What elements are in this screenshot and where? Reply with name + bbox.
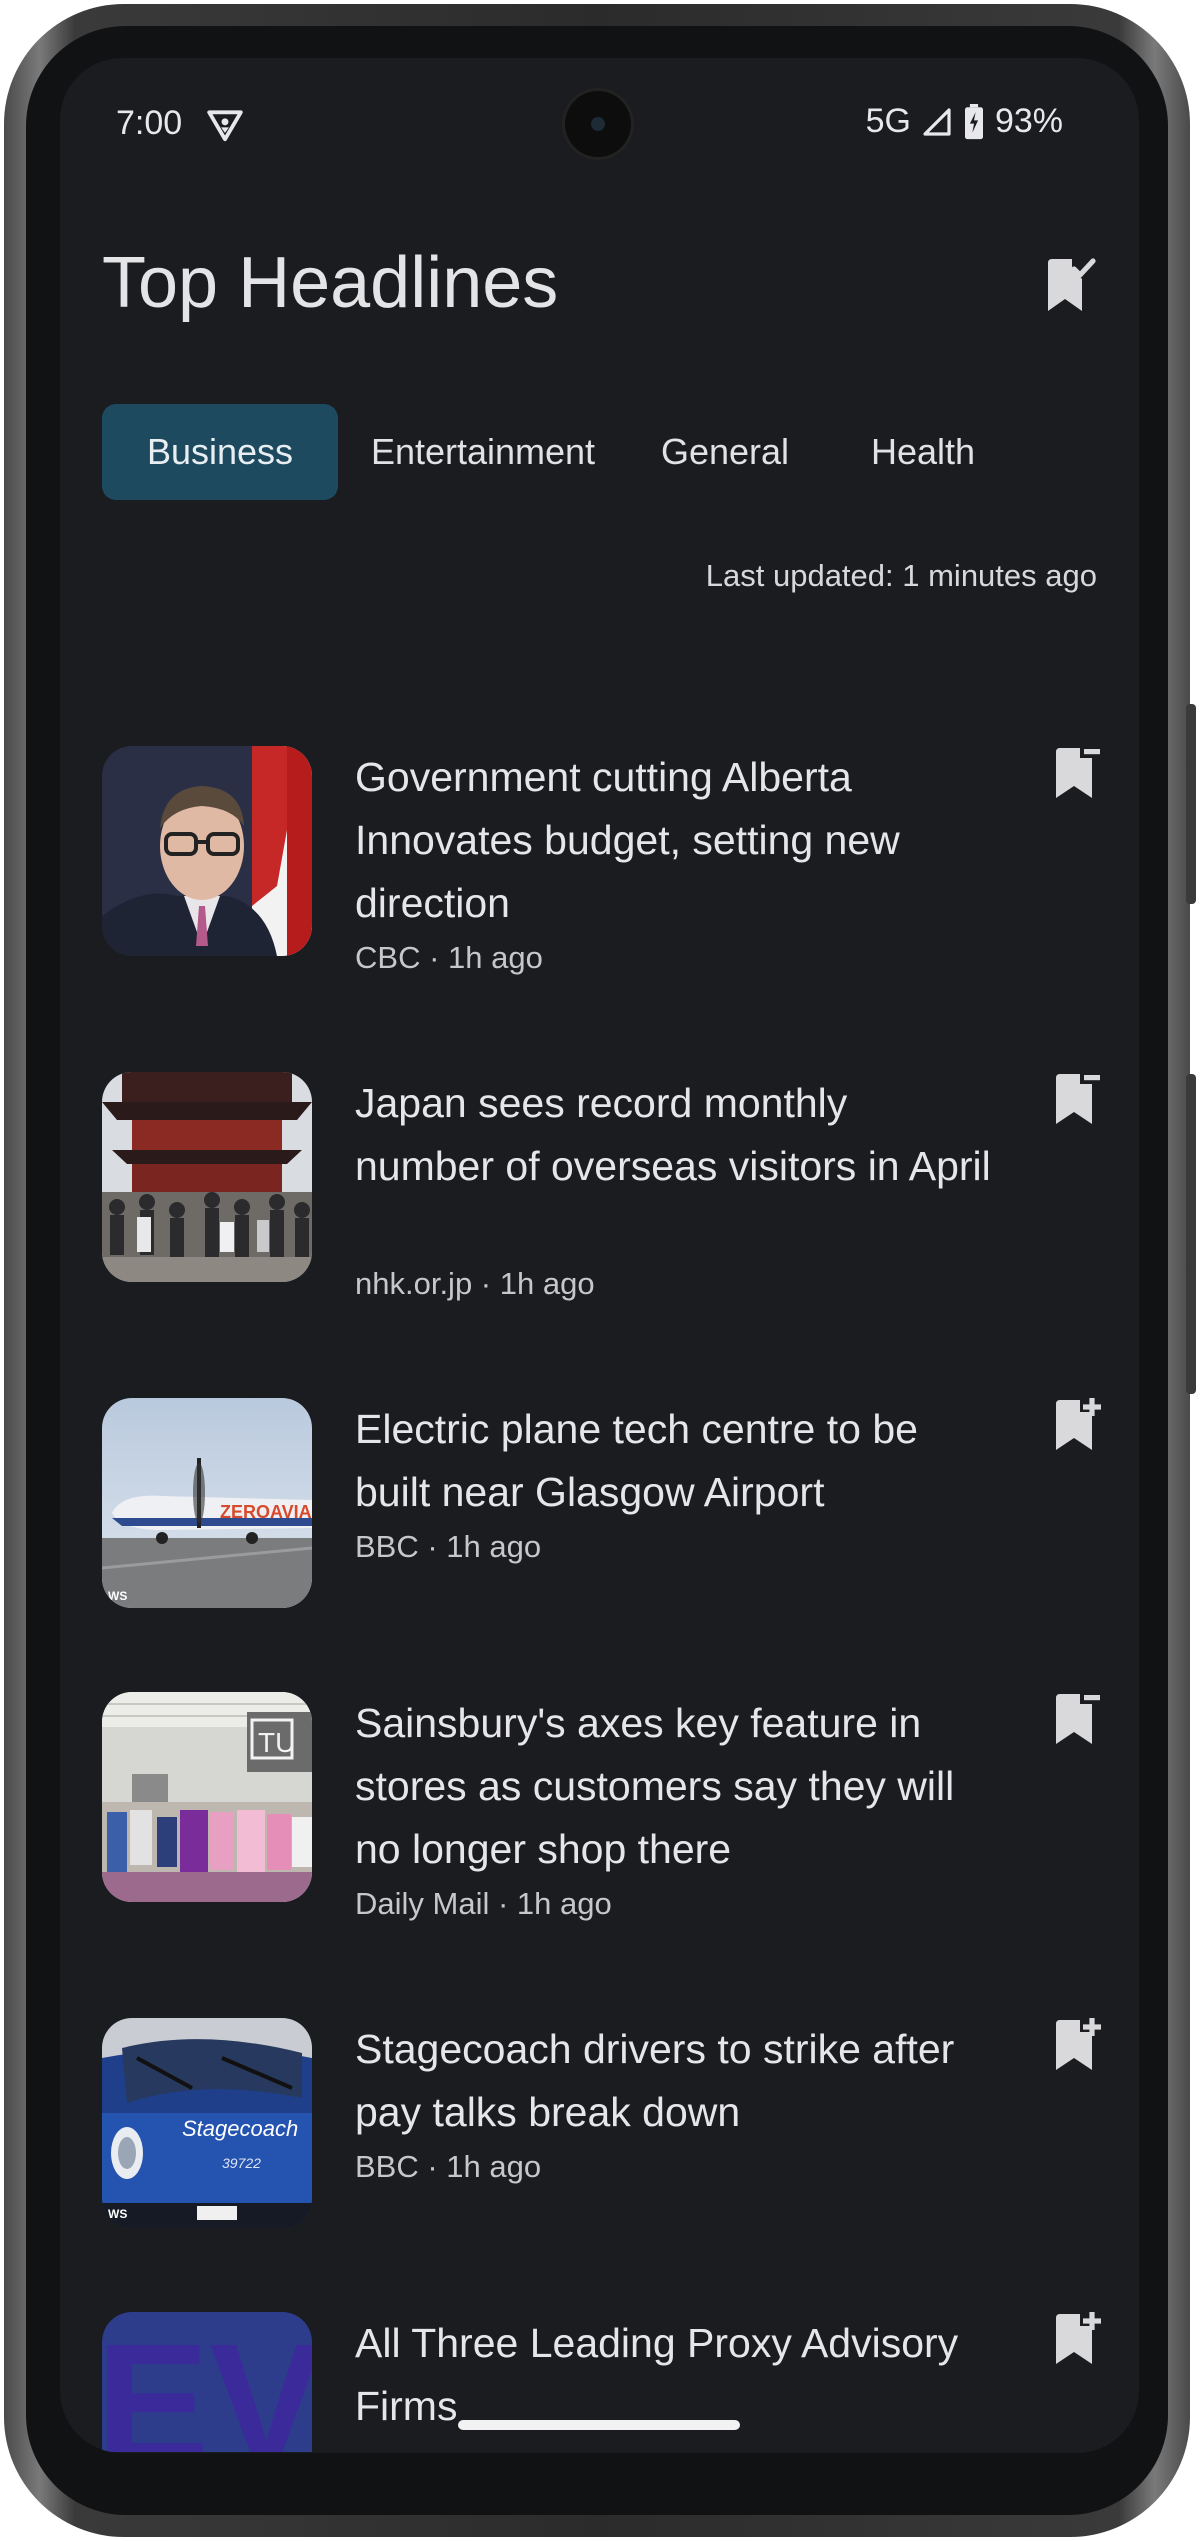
- list-item[interactable]: Stagecoach 39722 WS Stagecoach drivers t…: [102, 2018, 1102, 2228]
- bookmark-remove-icon: [1056, 748, 1100, 798]
- volume-button: [1186, 704, 1196, 904]
- thumbnail-text: TU: [258, 1727, 295, 1758]
- list-item[interactable]: ZEROAVIA WS Electric plane tech centre t…: [102, 1398, 1102, 1608]
- article-headline: Stagecoach drivers to strike after pay t…: [355, 2026, 955, 2135]
- bookmark-add-icon: [1056, 1398, 1101, 1450]
- article-meta: nhk.or.jp · 1h ago: [355, 1266, 595, 1301]
- battery-charging-icon: [964, 103, 983, 139]
- article-meta: CBC · 1h ago: [355, 940, 543, 975]
- screen: 7:00 5G 93% Top Headlines Business Enter…: [60, 58, 1139, 2453]
- network-type: 5G: [865, 102, 911, 140]
- article-meta: BBC · 1h ago: [355, 2149, 542, 2184]
- list-item[interactable]: TU Sainsbury's axes key feature in store…: [102, 1692, 1102, 1942]
- bookmark-remove-icon: [1056, 1694, 1100, 1744]
- tab-entertainment[interactable]: Entertainment: [354, 404, 612, 500]
- article-headline: Electric plane tech centre to be built n…: [355, 1406, 918, 1515]
- article-headline: Sainsbury's axes key feature in stores a…: [355, 1700, 955, 1872]
- bookmark-add-icon: [1056, 2018, 1101, 2070]
- home-indicator[interactable]: [458, 2420, 740, 2430]
- status-bar: 7:00 5G 93%: [60, 58, 1139, 188]
- app-header: Top Headlines: [102, 233, 1102, 353]
- last-updated-label: Last updated: 1 minutes ago: [705, 558, 1097, 593]
- bookmark-button[interactable]: [1054, 2018, 1102, 2074]
- front-camera: [565, 91, 631, 157]
- article-thumbnail: TU: [102, 1692, 312, 1902]
- bookmark-button[interactable]: [1054, 746, 1102, 802]
- article-meta: Daily Mail · 1h ago: [355, 1886, 612, 1921]
- thumbnail-text: Stagecoach: [182, 2116, 298, 2141]
- list-item[interactable]: Government cutting Alberta Innovates bud…: [102, 746, 1102, 996]
- bookmark-add-icon: [1056, 2312, 1101, 2364]
- tab-general[interactable]: General: [640, 404, 810, 500]
- page-title: Top Headlines: [102, 243, 559, 323]
- power-button: [1186, 1074, 1196, 1394]
- bookmark-button[interactable]: [1054, 2312, 1102, 2368]
- thumbnail-watermark: WS: [108, 2207, 127, 2221]
- bookmark-button[interactable]: [1054, 1692, 1102, 1748]
- signal-icon: [923, 107, 951, 136]
- category-tabs: Business Entertainment General Health: [102, 404, 1139, 500]
- tab-health[interactable]: Health: [840, 404, 1006, 500]
- article-headline: Japan sees record monthly number of over…: [355, 1080, 991, 1189]
- status-right: 5G 93%: [866, 102, 1063, 141]
- list-item[interactable]: EV All Three Leading Proxy Advisory Firm…: [102, 2312, 1102, 2453]
- thumbnail-text: EV: [102, 2312, 312, 2452]
- bookmark-check-icon: [1048, 258, 1096, 311]
- article-thumbnail: [102, 1072, 312, 1282]
- article-thumbnail: Stagecoach 39722 WS: [102, 2018, 312, 2228]
- article-headline: Government cutting Alberta Innovates bud…: [355, 754, 900, 926]
- article-thumbnail: EV: [102, 2312, 312, 2452]
- saved-articles-button[interactable]: [1038, 253, 1102, 317]
- list-item[interactable]: Japan sees record monthly number of over…: [102, 1072, 1102, 1322]
- battery-level: 93%: [994, 102, 1063, 140]
- tab-business[interactable]: Business: [102, 404, 338, 500]
- svg-text:39722: 39722: [222, 2155, 261, 2171]
- bookmark-button[interactable]: [1054, 1398, 1102, 1454]
- thumbnail-text: ZEROAVIA: [220, 1502, 312, 1522]
- bookmark-button[interactable]: [1054, 1072, 1102, 1128]
- article-meta: BBC · 1h ago: [355, 1529, 542, 1564]
- article-thumbnail: ZEROAVIA WS: [102, 1398, 312, 1608]
- status-time: 7:00: [116, 104, 183, 142]
- thumbnail-watermark: WS: [108, 1589, 127, 1603]
- bookmark-remove-icon: [1056, 1074, 1100, 1124]
- vpn-icon: [207, 110, 243, 142]
- article-thumbnail: [102, 746, 312, 956]
